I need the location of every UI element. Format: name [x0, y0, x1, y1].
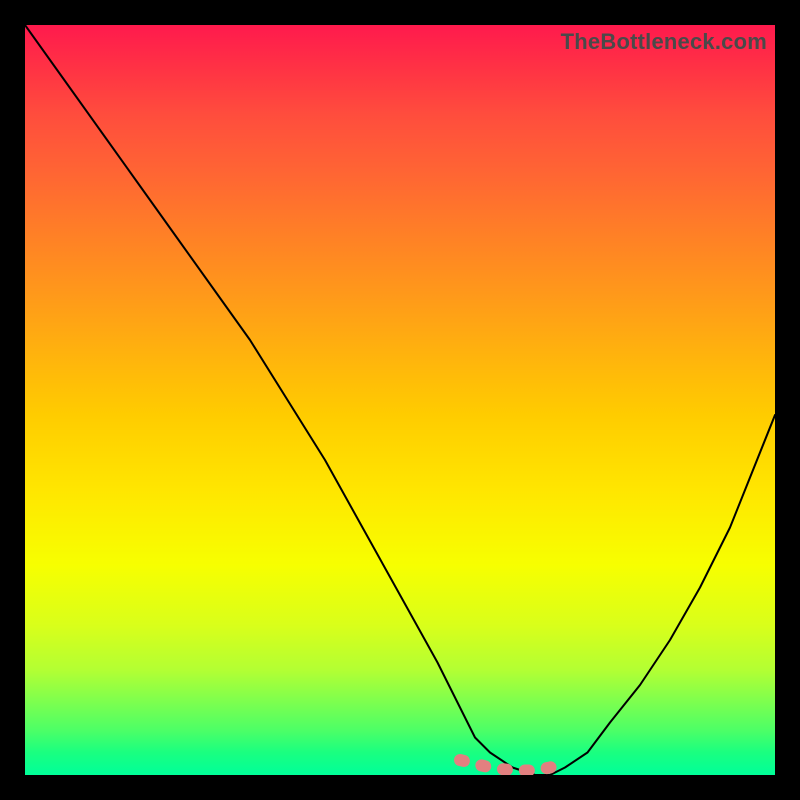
chart-frame: TheBottleneck.com	[0, 0, 800, 800]
curve-overlay	[25, 25, 775, 775]
bottleneck-curve-path	[25, 25, 775, 775]
flat-segment-marker-path	[460, 760, 565, 771]
gradient-plot: TheBottleneck.com	[25, 25, 775, 775]
